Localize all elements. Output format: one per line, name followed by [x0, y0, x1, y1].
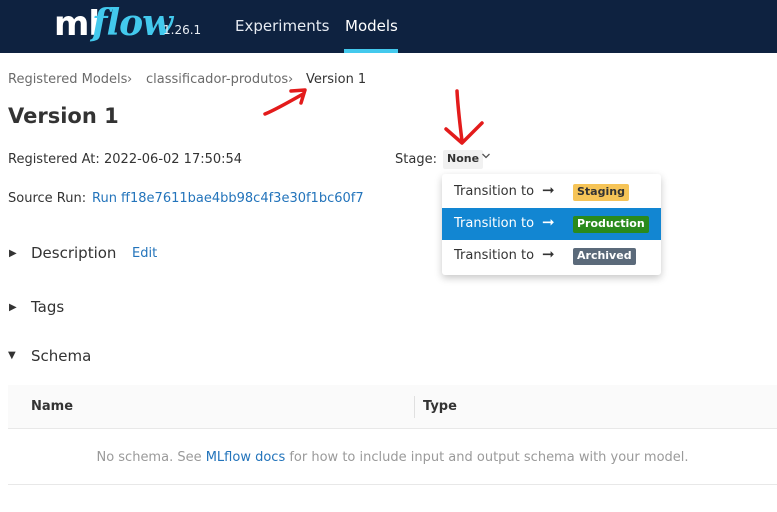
- caret-down-icon[interactable]: ▼: [8, 350, 16, 361]
- column-divider: [414, 396, 415, 418]
- column-header-type[interactable]: Type: [423, 399, 457, 414]
- mlflow-logo-flow[interactable]: flow: [92, 2, 173, 44]
- registered-at-value: 2022-06-02 17:50:54: [104, 152, 243, 167]
- menu-item-label: Transition to: [454, 216, 535, 231]
- section-tags-title[interactable]: Tags: [31, 298, 64, 316]
- menu-item-staging[interactable]: Transition to ➞ Staging: [442, 176, 661, 208]
- top-nav-bar: ml flow 1.26.1 Experiments Models: [0, 0, 777, 53]
- nav-models[interactable]: Models: [345, 17, 398, 35]
- breadcrumb-current: Version 1: [306, 72, 367, 87]
- page-title: Version 1: [8, 104, 119, 128]
- source-run-link[interactable]: Run ff18e7611bae4bb98c4f3e30f1bc60f7: [92, 191, 364, 206]
- empty-message-suffix: for how to include input and output sche…: [285, 450, 689, 465]
- stage-dropdown[interactable]: None: [443, 150, 484, 169]
- schema-empty-row: No schema. See MLflow docs for how to in…: [8, 430, 777, 485]
- description-edit-link[interactable]: Edit: [132, 246, 157, 261]
- arrow-right-icon: ➞: [542, 181, 555, 199]
- section-description-title[interactable]: Description: [31, 244, 116, 262]
- section-schema-title[interactable]: Schema: [31, 347, 91, 365]
- schema-table-header: Name Type: [8, 385, 777, 429]
- column-header-name[interactable]: Name: [31, 399, 73, 414]
- caret-right-icon[interactable]: ▶: [9, 302, 17, 313]
- menu-item-production[interactable]: Transition to ➞ Production: [442, 208, 661, 240]
- registered-at-label: Registered At:: [8, 152, 100, 167]
- nav-active-indicator: [344, 49, 398, 53]
- chevron-down-icon[interactable]: [481, 151, 491, 164]
- schema-empty-message: No schema. See MLflow docs for how to in…: [8, 450, 777, 465]
- stage-transition-menu: Transition to ➞ Staging Transition to ➞ …: [442, 174, 661, 275]
- stage-pill-staging: Staging: [573, 184, 629, 201]
- version-label: 1.26.1: [163, 23, 202, 37]
- stage-label: Stage:: [395, 152, 437, 167]
- breadcrumb-separator-icon: ›: [127, 72, 133, 87]
- menu-item-label: Transition to: [454, 248, 535, 263]
- menu-item-archived[interactable]: Transition to ➞ Archived: [442, 240, 661, 272]
- annotation-arrow-breadcrumb-icon: [263, 88, 307, 116]
- stage-pill-production: Production: [573, 216, 649, 233]
- arrow-right-icon: ➞: [542, 213, 555, 231]
- mlflow-docs-link[interactable]: MLflow docs: [206, 450, 286, 465]
- breadcrumb-registered-models[interactable]: Registered Models: [8, 72, 127, 87]
- annotation-arrow-stage-icon: [444, 89, 484, 145]
- source-run-label: Source Run:: [8, 191, 87, 206]
- arrow-right-icon: ➞: [542, 245, 555, 263]
- stage-pill-archived: Archived: [573, 248, 636, 265]
- nav-experiments[interactable]: Experiments: [235, 17, 329, 35]
- caret-right-icon[interactable]: ▶: [9, 248, 17, 259]
- empty-message-prefix: No schema. See: [96, 450, 206, 465]
- menu-item-label: Transition to: [454, 184, 535, 199]
